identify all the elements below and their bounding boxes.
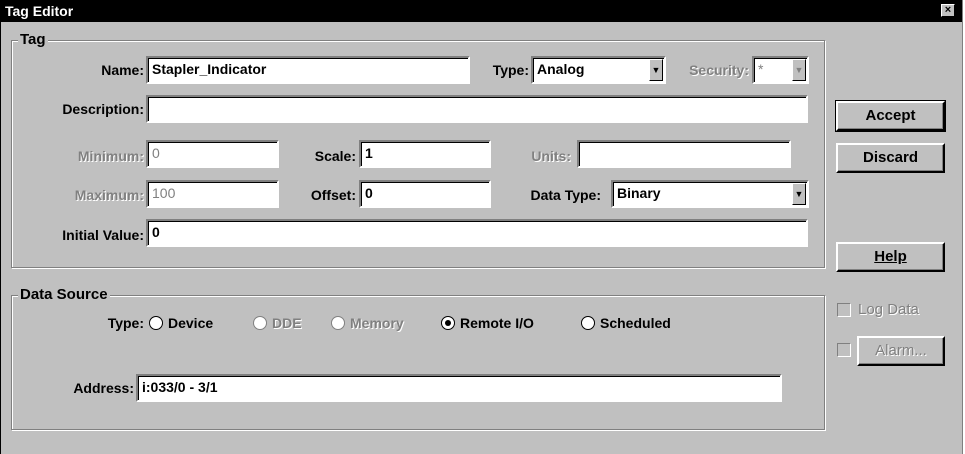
radio-dde-label: DDE: [272, 315, 302, 331]
units-field[interactable]: [577, 140, 791, 168]
help-button-label: Help: [874, 248, 907, 265]
name-label: Name:: [101, 62, 144, 78]
security-label: Security:: [689, 62, 749, 78]
chevron-down-icon: ▼: [792, 59, 806, 81]
minimum-label: Minimum:: [77, 148, 144, 164]
units-label: Units:: [531, 148, 571, 164]
accept-button[interactable]: Accept: [835, 100, 946, 132]
chevron-down-icon[interactable]: ▼: [649, 59, 663, 81]
tag-editor-window: Tag Editor × Tag Name: Stapler_Indicator…: [0, 0, 963, 454]
discard-button[interactable]: Discard: [836, 143, 945, 173]
type-label: Type:: [492, 62, 529, 78]
close-icon[interactable]: ×: [941, 4, 955, 17]
initial-value-field[interactable]: 0: [146, 219, 808, 247]
type-select-value: Analog: [537, 61, 585, 77]
address-field[interactable]: i:033/0 - 3/1: [136, 374, 782, 402]
security-select: * ▼: [752, 56, 809, 84]
type-select[interactable]: Analog ▼: [531, 56, 666, 84]
security-select-value: *: [758, 61, 764, 77]
radio-scheduled-label: Scheduled: [600, 315, 671, 331]
chevron-down-icon[interactable]: ▼: [792, 183, 806, 205]
description-label: Description:: [62, 101, 144, 117]
help-button[interactable]: Help: [836, 242, 945, 272]
datatype-select[interactable]: Binary ▼: [611, 180, 809, 208]
description-field[interactable]: [146, 95, 808, 123]
minimum-field: 0: [146, 140, 279, 168]
title-bar: Tag Editor ×: [1, 0, 962, 22]
datatype-select-value: Binary: [617, 185, 661, 201]
address-label: Address:: [73, 380, 134, 396]
log-data-checkbox[interactable]: [837, 303, 851, 317]
name-field[interactable]: Stapler_Indicator: [146, 56, 470, 84]
offset-field[interactable]: 0: [359, 180, 491, 208]
source-type-label: Type:: [107, 315, 144, 331]
radio-memory-label: Memory: [350, 315, 404, 331]
offset-label: Offset:: [310, 187, 356, 203]
datatype-label: Data Type:: [530, 187, 601, 203]
maximum-label: Maximum:: [74, 187, 144, 203]
maximum-field: 100: [146, 180, 279, 208]
radio-device[interactable]: [149, 316, 163, 330]
radio-remote-io-label: Remote I/O: [460, 315, 534, 331]
radio-remote-io[interactable]: [441, 316, 455, 330]
data-source-legend: Data Source: [18, 286, 110, 303]
scale-label: Scale:: [314, 148, 356, 164]
log-data-label: Log Data: [858, 301, 919, 318]
alarm-button: Alarm...: [857, 336, 945, 366]
radio-memory: [331, 316, 345, 330]
radio-dde: [253, 316, 267, 330]
radio-scheduled[interactable]: [581, 316, 595, 330]
window-title: Tag Editor: [5, 3, 74, 19]
tag-group-legend: Tag: [18, 31, 48, 48]
scale-field[interactable]: 1: [359, 140, 491, 168]
radio-device-label: Device: [168, 315, 214, 331]
initial-value-label: Initial Value:: [62, 227, 144, 243]
alarm-checkbox[interactable]: [837, 343, 851, 357]
